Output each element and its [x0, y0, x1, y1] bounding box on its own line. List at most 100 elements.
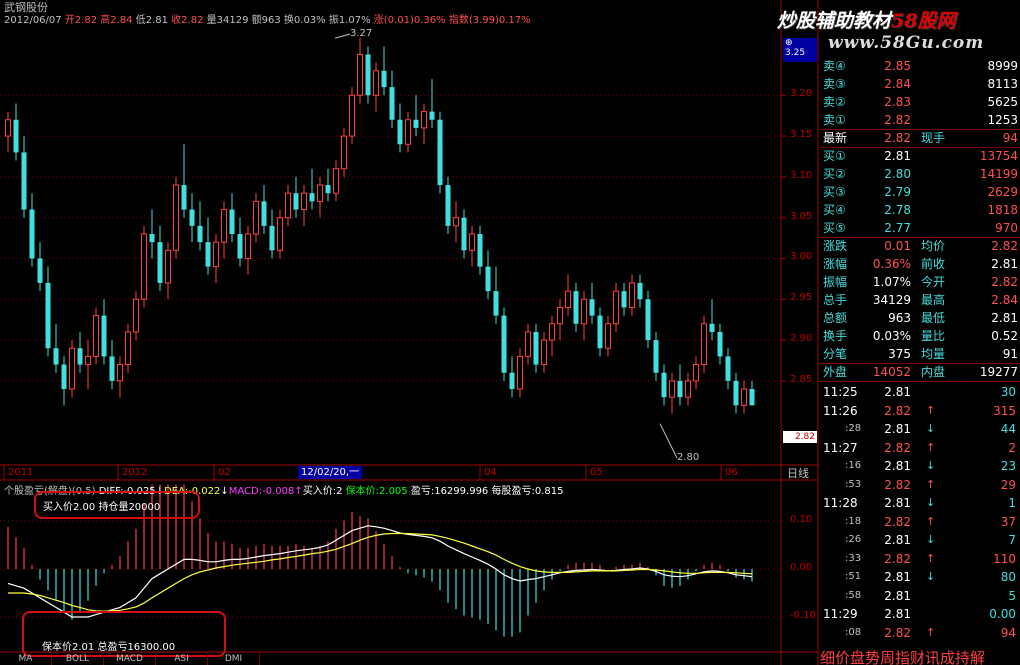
price-axis-label: 2.85 [790, 373, 813, 385]
order-label: 买④ [823, 203, 846, 217]
stat-value: 34129 [872, 293, 911, 307]
tick-time: :18 [845, 515, 862, 527]
indicator-field-4: ↓ [220, 486, 229, 497]
current-price-tag: 2.82 [783, 431, 817, 443]
stat-value: 2.81 [991, 257, 1018, 271]
stat-label: 换手 [823, 329, 848, 343]
stat-label: 最低 [921, 311, 946, 325]
logo-text-1: 炒股辅助教材 [777, 10, 892, 32]
indicator-axis-label: 0.10 [790, 514, 813, 525]
candle-body [101, 315, 107, 357]
candle-body [741, 388, 747, 406]
period-label[interactable]: 日线 [787, 467, 809, 480]
candle-body [21, 152, 27, 210]
stat-label: 分笔 [823, 347, 848, 361]
quote-panel: 炒股辅助教材58股网 www.58Gu.com 卖④ 2.85 8999 卖③ 2.84… [777, 0, 1020, 665]
price-axis-label: 3.20 [790, 88, 813, 100]
order-volume: 2629 [987, 185, 1018, 199]
candle-body [693, 364, 699, 382]
candle-body [93, 315, 99, 357]
order-volume: 8999 [987, 59, 1018, 73]
latest-row: 最新 2.82 现手 94 [820, 129, 1020, 147]
tick-time: :51 [845, 571, 862, 582]
bottom-ticker[interactable]: 细价盘势周指财讯成持解 [820, 647, 1020, 665]
candle-body [557, 306, 563, 325]
tab-dmi[interactable]: DMI [208, 653, 260, 665]
tick-volume: 5 [1008, 588, 1016, 603]
tick-price: 2.81 [884, 496, 911, 510]
tick-row: :53 2.82 ↑ 29 [820, 476, 1020, 494]
candle-body [533, 331, 539, 365]
stat-label: 涨跌 [823, 239, 848, 253]
candle-body [117, 364, 123, 382]
candle-body [109, 356, 115, 381]
order-label: 买⑤ [823, 221, 846, 235]
candle-body [245, 233, 251, 259]
tick-time: 11:29 [823, 607, 858, 621]
candle-body [477, 234, 483, 267]
price-axis-label: 2.90 [790, 333, 813, 345]
tab-asi[interactable]: ASI [156, 653, 208, 665]
buy-info-text: 买入价2.00 持仓量20000 [43, 502, 161, 513]
stat-label: 均量 [921, 347, 946, 361]
dea-line [8, 532, 753, 612]
quote-field-1: 开2.82 [61, 15, 98, 26]
tick-price: 2.82 [884, 514, 911, 529]
tick-volume: 0.00 [989, 607, 1016, 621]
stat-label: 涨幅 [823, 257, 848, 271]
candle-body [181, 185, 187, 210]
stat-label: 前收 [921, 257, 946, 271]
time-axis-label: 02 [218, 467, 231, 478]
up-arrow-icon: ↑ [926, 514, 936, 528]
quote-field-7: 换0.03% [280, 15, 326, 26]
tick-time: :33 [845, 552, 862, 564]
candle-body [733, 380, 739, 406]
tick-row: :26 2.81 ↓ 7 [820, 531, 1020, 549]
pnl-info-text: 保本价2.01 总盈亏16300.00 [42, 642, 176, 653]
candle-body [453, 217, 459, 227]
tick-row: 11:28 2.81 ↓ 1 [820, 494, 1020, 512]
tick-row: :28 2.81 ↓ 44 [820, 420, 1020, 438]
order-price: 2.80 [884, 167, 911, 181]
indicator-axis-label: 0.00 [790, 562, 813, 573]
candle-body [13, 119, 19, 153]
down-arrow-icon: ↓ [926, 422, 936, 435]
candle-body [341, 135, 347, 170]
candle-body [261, 201, 267, 226]
outer-value: 14052 [872, 365, 911, 379]
tick-row: :58 2.81 5 [820, 587, 1020, 605]
inner-value: 19277 [979, 365, 1018, 379]
candle-body [357, 53, 363, 96]
tab-ma[interactable]: MA [0, 653, 52, 665]
tick-time: :58 [845, 589, 862, 601]
logo-text-2: 58股网 [891, 10, 956, 32]
up-arrow-icon: ↑ [926, 477, 936, 491]
candle-body [125, 331, 131, 366]
candle-body [149, 234, 155, 243]
indicator-field-9: 盈亏:16299.996 [410, 486, 492, 497]
price-axis-label: 3.15 [790, 129, 813, 141]
candle-body [381, 70, 387, 88]
price-axis-top: ⊕ 3.25 [783, 38, 817, 62]
high-pointer [334, 33, 351, 39]
candle-body [589, 299, 595, 316]
candle-body [629, 282, 635, 308]
stat-label: 今开 [921, 275, 946, 289]
tick-time: :28 [845, 423, 862, 434]
tick-time: 11:26 [823, 403, 858, 418]
order-price: 2.84 [884, 77, 911, 91]
tick-volume: 30 [1000, 385, 1016, 399]
stock-name: 武钢股份 [4, 1, 48, 14]
candle-body [309, 193, 315, 202]
order-volume: 970 [995, 221, 1018, 235]
tick-volume: 94 [1000, 625, 1016, 640]
candle-body [317, 184, 323, 202]
stat-value: 0.52 [991, 329, 1018, 343]
stat-value: 2.82 [991, 275, 1018, 289]
low-marker: 2.80 [677, 452, 700, 463]
tab-macd[interactable]: MACD [104, 653, 156, 665]
stat-row: 涨幅 0.36% 前收 2.81 [820, 255, 1020, 273]
tab-boll[interactable]: BOLL [52, 653, 104, 665]
tick-price: 2.82 [884, 403, 911, 418]
stat-value: 1.07% [872, 275, 911, 289]
